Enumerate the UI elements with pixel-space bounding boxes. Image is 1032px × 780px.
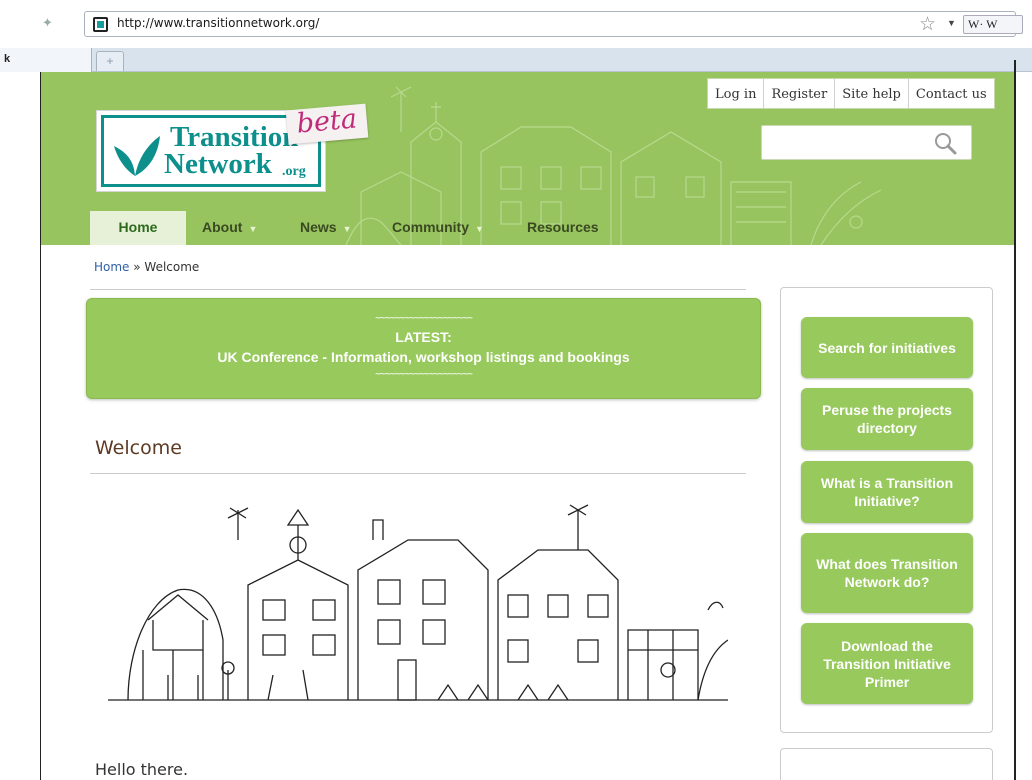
bookmark-star-icon[interactable]: ☆ [919,13,936,36]
nav-label: Community [392,219,469,235]
bookmarks-icon[interactable]: ✦ [42,16,56,30]
browser-window: ✦ http://www.transitionnetwork.org/ ☆ ▼ … [0,0,1032,780]
chevron-down-icon: ▼ [248,224,258,234]
latest-news-banner[interactable]: ~~~~~~~~~~~~~~~~~~~~ LATEST: UK Conferen… [86,298,761,399]
site-favicon-icon [93,17,108,32]
divider [90,289,746,290]
nav-about[interactable]: About ▼ [186,211,284,245]
login-link[interactable]: Log in [708,79,765,108]
nav-home[interactable]: Home [90,211,186,245]
browser-address-row: ✦ http://www.transitionnetwork.org/ ☆ ▼ … [0,0,1032,48]
download-primer-button[interactable]: Download the Transition Initiative Prime… [801,623,973,704]
search-icon[interactable] [933,131,957,155]
new-tab-button[interactable]: + [96,51,124,71]
search-initiatives-button[interactable]: Search for initiatives [801,317,973,378]
chevron-down-icon: ▼ [475,224,484,234]
banner-decoration: ~~~~~~~~~~~~~~~~~~~~ [375,313,473,324]
divider [90,473,746,474]
sidebar: Search for initiatives Peruse the projec… [780,287,993,733]
nav-label: Resources [527,219,599,235]
banner-label: LATEST: [395,329,452,345]
banner-decoration: ~~~~~~~~~~~~~~~~~~~~ [375,369,473,380]
site-search-input[interactable] [761,125,972,160]
logo-suffix: .org [282,164,306,179]
nav-news[interactable]: News ▼ [284,211,376,245]
contact-us-link[interactable]: Contact us [909,79,994,108]
main-nav: Home About ▼ News ▼ Community ▼ Resources [90,211,615,245]
greeting-text: Hello there. [95,760,189,779]
utility-links: Log in Register Site help Contact us [707,78,995,109]
nav-label: About [202,219,243,235]
chevron-down-icon: ▼ [342,224,352,234]
logo-text: Network [164,148,272,180]
nav-label: News [300,219,337,235]
url-dropdown-icon[interactable]: ▼ [947,18,956,28]
breadcrumb-current: Welcome [144,260,200,274]
nav-community[interactable]: Community ▼ [376,211,511,245]
what-is-transition-initiative-button[interactable]: What is a Transition Initiative? [801,461,973,523]
breadcrumb-separator: » [129,260,145,274]
site-help-link[interactable]: Site help [835,79,909,108]
banner-link-text[interactable]: UK Conference - Information, workshop li… [87,349,760,365]
village-illustration [108,504,728,701]
site-header: Transition Network .org beta Log in Regi… [41,72,1014,245]
url-text[interactable]: http://www.transitionnetwork.org/ [117,16,319,30]
nav-resources[interactable]: Resources [511,211,615,245]
breadcrumb: Home » Welcome [94,260,199,274]
sidebar-panel [780,748,993,780]
register-link[interactable]: Register [764,79,836,108]
breadcrumb-home-link[interactable]: Home [94,260,129,274]
what-does-network-do-button[interactable]: What does Transition Network do? [801,533,973,613]
leaf-logo-icon [114,136,160,176]
page-title: Welcome [95,437,182,459]
search-engine-box[interactable]: W· W [963,15,1023,34]
window-border [1014,60,1016,780]
browser-tab[interactable]: k [0,48,92,72]
nav-label: Home [118,219,158,235]
projects-directory-button[interactable]: Peruse the projects directory [801,388,973,450]
browser-tab-strip: k + [0,48,1032,72]
beta-badge: beta [285,103,369,145]
address-bar[interactable]: http://www.transitionnetwork.org/ ☆ ▼ W·… [84,11,1023,37]
